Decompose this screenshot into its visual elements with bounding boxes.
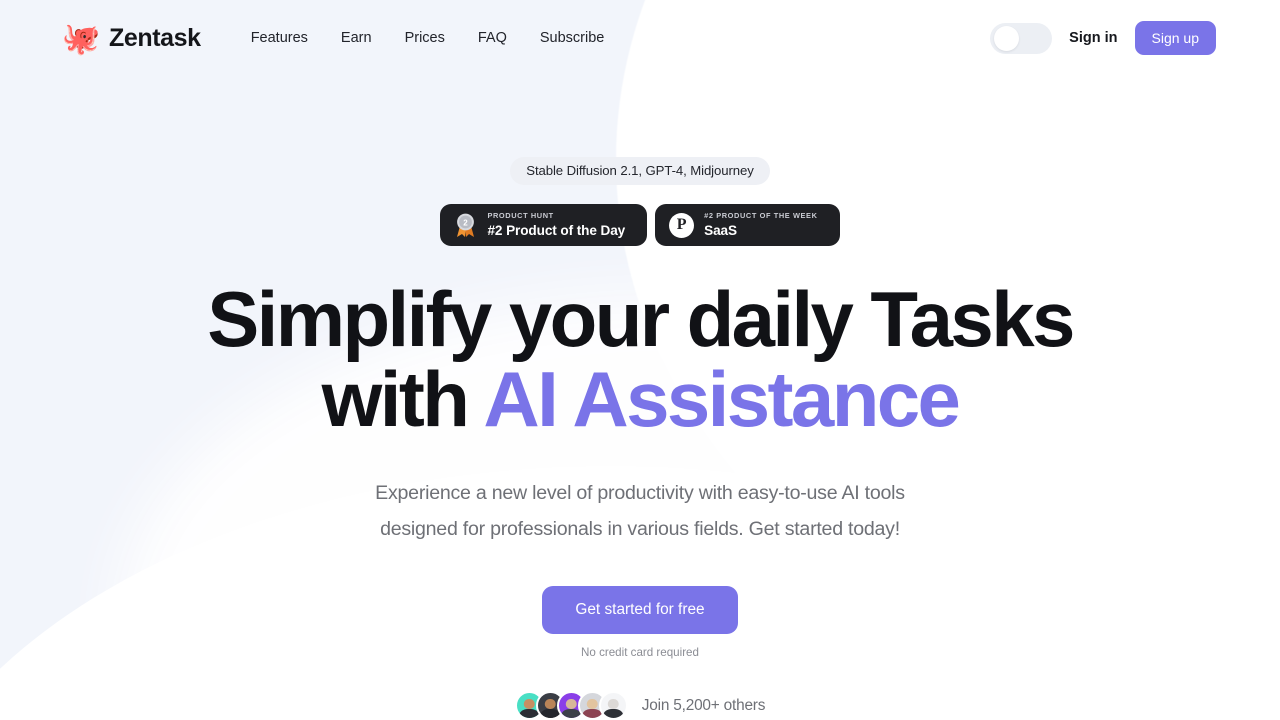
headline-line-2: with AI Assistance bbox=[0, 359, 1280, 439]
award-title: #2 Product of the Day bbox=[487, 222, 626, 238]
award-text-group: PRODUCT HUNT #2 Product of the Day bbox=[487, 211, 626, 238]
avatar-group bbox=[514, 691, 628, 720]
award-kicker: #2 PRODUCT OF THE WEEK bbox=[704, 211, 818, 221]
avatar-head bbox=[587, 698, 598, 710]
supported-models-pill: Stable Diffusion 2.1, GPT-4, Midjourney bbox=[510, 157, 770, 185]
headline-accent: AI Assistance bbox=[483, 355, 960, 444]
brand-logo-link[interactable]: 🐙 Zentask bbox=[62, 19, 201, 57]
sign-up-button[interactable]: Sign up bbox=[1134, 21, 1216, 55]
award-kicker: PRODUCT HUNT bbox=[487, 211, 554, 221]
product-hunt-p-icon: P bbox=[669, 212, 695, 238]
octopus-icon: 🐙 bbox=[61, 20, 101, 56]
header-actions: Sign in Sign up bbox=[990, 21, 1216, 55]
nav-item-subscribe[interactable]: Subscribe bbox=[540, 30, 604, 46]
theme-toggle-switch[interactable] bbox=[990, 22, 1053, 54]
avatar-head bbox=[524, 698, 535, 710]
medal-icon: 2 bbox=[454, 213, 477, 238]
main-navigation: Features Earn Prices FAQ Subscribe bbox=[251, 30, 605, 46]
site-header: 🐙 Zentask Features Earn Prices FAQ Subsc… bbox=[0, 0, 1280, 76]
award-title: SaaS bbox=[704, 222, 737, 238]
toggle-knob bbox=[994, 25, 1020, 51]
avatar-head bbox=[608, 698, 619, 710]
svg-text:2: 2 bbox=[464, 218, 469, 227]
avatar-body bbox=[603, 708, 624, 719]
cta-note: No credit card required bbox=[581, 646, 699, 660]
hero-subtitle: Experience a new level of productivity w… bbox=[0, 475, 1280, 547]
nav-item-prices[interactable]: Prices bbox=[405, 30, 445, 46]
avatar-head bbox=[545, 698, 556, 710]
social-proof-label: Join 5,200+ others bbox=[641, 696, 766, 714]
award-text-group: #2 PRODUCT OF THE WEEK SaaS bbox=[704, 211, 818, 238]
page-title: Simplify your daily Tasks with AI Assist… bbox=[0, 279, 1280, 440]
hero-section: Stable Diffusion 2.1, GPT-4, Midjourney … bbox=[0, 76, 1280, 720]
cta-group: Get started for free No credit card requ… bbox=[0, 586, 1280, 659]
headline-plain: with bbox=[321, 355, 484, 444]
get-started-button[interactable]: Get started for free bbox=[542, 586, 738, 635]
sign-in-link[interactable]: Sign in bbox=[1069, 30, 1117, 46]
subtitle-line-2: designed for professionals in various fi… bbox=[380, 517, 900, 540]
avatar-head bbox=[566, 698, 577, 710]
award-badge-product-of-week[interactable]: P #2 PRODUCT OF THE WEEK SaaS bbox=[655, 204, 840, 246]
awards-row: 2 PRODUCT HUNT #2 Product of the Day P #… bbox=[0, 204, 1280, 246]
subtitle-line-1: Experience a new level of productivity w… bbox=[375, 481, 905, 504]
award-badge-product-hunt-day[interactable]: 2 PRODUCT HUNT #2 Product of the Day bbox=[440, 204, 648, 246]
nav-item-features[interactable]: Features bbox=[251, 30, 308, 46]
brand-name: Zentask bbox=[109, 23, 201, 52]
nav-item-earn[interactable]: Earn bbox=[341, 30, 372, 46]
nav-item-faq[interactable]: FAQ bbox=[478, 30, 507, 46]
headline-line-1: Simplify your daily Tasks bbox=[207, 275, 1075, 363]
avatar bbox=[598, 691, 628, 720]
social-proof: Join 5,200+ others bbox=[0, 691, 1280, 720]
